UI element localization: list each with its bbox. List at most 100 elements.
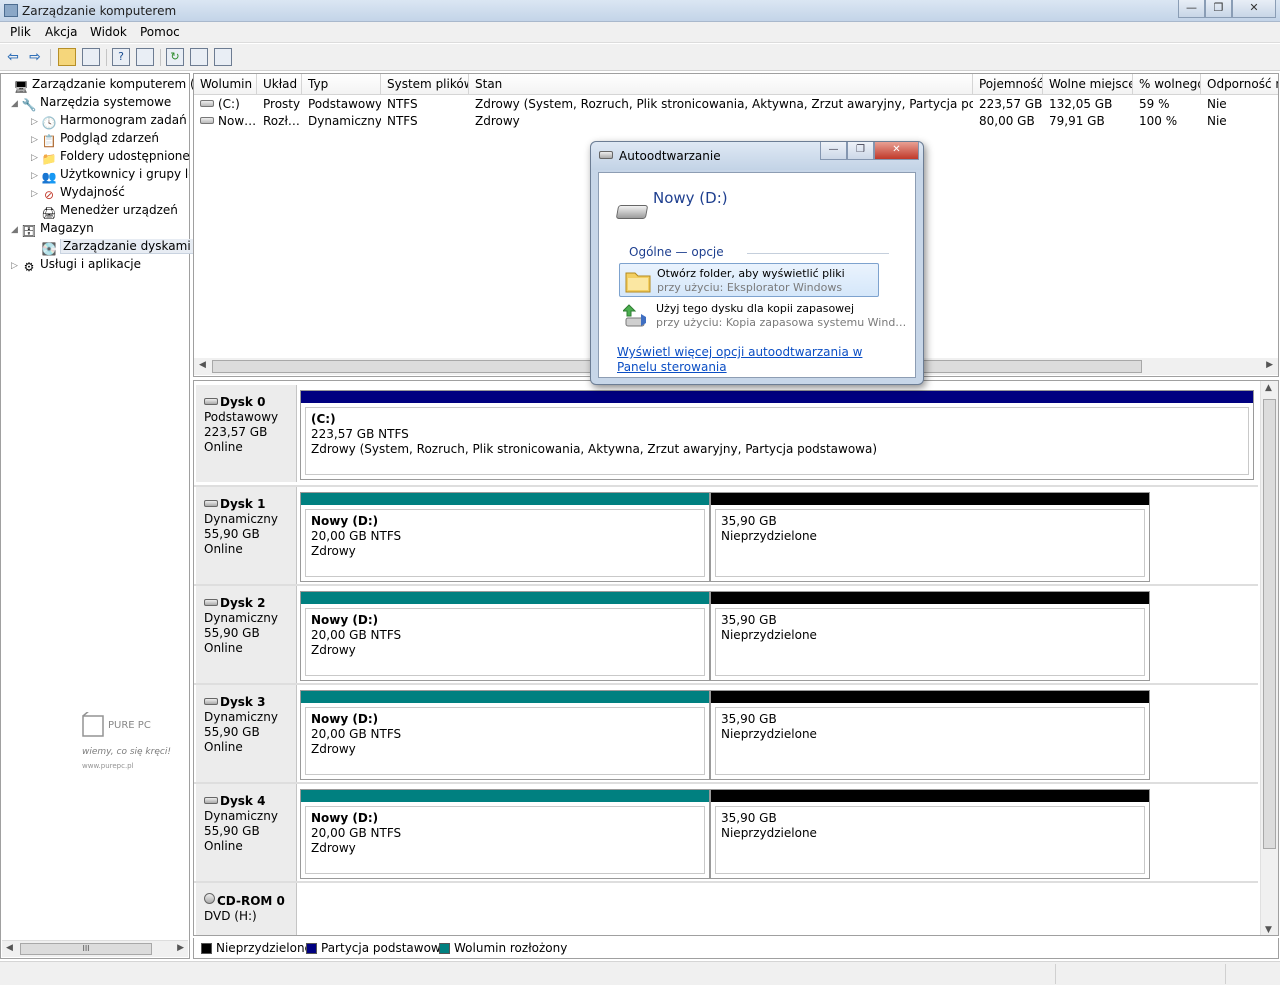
col-percent-free[interactable]: % wolnego [1133, 74, 1201, 95]
tree-item-event-viewer[interactable]: ▷ 📋 Podgląd zdarzeń [31, 131, 159, 148]
tree-item-performance[interactable]: ▷ ⊘ Wydajność [31, 185, 125, 202]
dialog-close-button[interactable]: ✕ [874, 142, 919, 160]
option-open-folder[interactable]: Otwórz folder, aby wyświetlić pliki przy… [619, 263, 879, 297]
partition-unallocated[interactable]: 35,90 GB Nieprzydzielone [710, 591, 1150, 681]
cdrom-icon [204, 893, 215, 904]
more-autoplay-options-link[interactable]: Wyświetl więcej opcji autoodtwarzania w … [617, 345, 887, 375]
backup-icon [623, 304, 646, 327]
disk-icon [204, 398, 218, 405]
legend-label: Nieprzydzielone [216, 941, 312, 955]
col-type[interactable]: Typ [302, 74, 381, 95]
legend-swatch-unallocated [201, 943, 212, 954]
dialog-maximize-button[interactable]: ❐ [847, 142, 874, 160]
properties-icon[interactable] [136, 48, 154, 66]
users-icon: 👥 [41, 170, 57, 184]
menu-view[interactable]: Widok [90, 25, 127, 39]
partition-color-bar [301, 391, 1253, 403]
partition-spanned[interactable]: Nowy (D:) 20,00 GB NTFS Zdrowy [300, 690, 710, 780]
partition-unallocated[interactable]: 35,90 GB Nieprzydzielone [710, 690, 1150, 780]
menu-help[interactable]: Pomoc [140, 25, 180, 39]
col-fault-tolerance[interactable]: Odporność na błędy [1201, 74, 1278, 95]
disk-management-icon: 💽 [41, 242, 57, 256]
drive-icon [599, 151, 613, 159]
tree-item-local-users[interactable]: ▷👥Użytkownicy i grupy lokalne [31, 167, 189, 184]
show-hide-tree-icon[interactable] [82, 48, 100, 66]
partition-spanned[interactable]: Nowy (D:) 20,00 GB NTFS Zdrowy [300, 789, 710, 879]
performance-icon: ⊘ [43, 188, 55, 202]
drive-icon [200, 100, 214, 107]
partition-unallocated[interactable]: 35,90 GB Nieprzydzielone [710, 492, 1150, 582]
disk-graphical-view: Dysk 0 Podstawowy 223,57 GB Online (C:) … [193, 380, 1279, 936]
col-capacity[interactable]: Pojemność [973, 74, 1043, 95]
maximize-button[interactable]: ❐ [1205, 0, 1232, 18]
partition-spanned[interactable]: Nowy (D:) 20,00 GB NTFS Zdrowy [300, 492, 710, 582]
col-free-space[interactable]: Wolne miejsce [1043, 74, 1133, 95]
col-status[interactable]: Stan [469, 74, 973, 95]
window-titlebar: Zarządzanie komputerem — ❐ ✕ [0, 0, 1280, 22]
back-arrow-icon[interactable]: ⇦ [4, 48, 22, 66]
table-row[interactable]: (C:) Prosty Podstawowy NTFS Zdrowy (Syst… [194, 96, 1278, 113]
tree-item-system-tools[interactable]: ◢ 🔧 Narzędzia systemowe [11, 95, 171, 112]
col-filesystem[interactable]: System plików [381, 74, 469, 95]
toolbar: ⇦ ⇨ ? ↻ [0, 44, 1280, 71]
removable-drive-icon [615, 205, 649, 219]
disk-row[interactable]: Dysk 3 Dynamiczny 55,90 GB Online Nowy (… [194, 685, 1258, 782]
legend-label: Wolumin rozłożony [454, 941, 568, 955]
legend-swatch-primary [306, 943, 317, 954]
watermark-logo: PURE PC wiemy, co się kręci! www.purepc.… [80, 709, 180, 774]
partition-spanned[interactable]: Nowy (D:) 20,00 GB NTFS Zdrowy [300, 591, 710, 681]
disk-row[interactable]: Dysk 4 Dynamiczny 55,90 GB Online Nowy (… [194, 784, 1258, 881]
up-folder-icon[interactable] [58, 48, 76, 66]
menu-action[interactable]: Akcja [45, 25, 77, 39]
tree-item-shared-folders[interactable]: ▷ 📁 Foldery udostępnione [31, 149, 190, 166]
partition-color-bar [711, 592, 1149, 604]
disk-row-cdrom[interactable]: CD-ROM 0 DVD (H:) [194, 883, 1258, 935]
tree-horizontal-scrollbar[interactable]: ◀ III ▶ [2, 940, 188, 957]
svg-text:wiemy, co się kręci!: wiemy, co się kręci! [82, 747, 171, 757]
window-title: Zarządzanie komputerem [22, 4, 177, 18]
disk-info: Dysk 4 Dynamiczny 55,90 GB Online [196, 784, 297, 881]
tree-item-device-manager[interactable]: 🖨 Menedżer urządzeń [31, 203, 178, 220]
col-layout[interactable]: Układ [257, 74, 302, 95]
table-row[interactable]: Nowy (D:) Rozłożony Dynamiczny NTFS Zdro… [194, 113, 1278, 130]
menu-file[interactable]: Plik [10, 25, 31, 39]
disk-info: Dysk 0 Podstawowy 223,57 GB Online [196, 385, 297, 482]
disk-info: Dysk 1 Dynamiczny 55,90 GB Online [196, 487, 297, 584]
tree-item-services-apps[interactable]: ▷ ⚙ Usługi i aplikacje [11, 257, 141, 274]
storage-icon: 🗄 [21, 224, 37, 238]
refresh-icon[interactable]: ↻ [166, 48, 184, 66]
computer-icon: 🖥 [13, 80, 29, 94]
clock-icon: 🕓 [41, 116, 57, 130]
disk-info: Dysk 3 Dynamiczny 55,90 GB Online [196, 685, 297, 782]
tree-item-task-scheduler[interactable]: ▷ 🕓 Harmonogram zadań [31, 113, 187, 130]
partition-color-bar [711, 790, 1149, 802]
svg-text:www.purepc.pl: www.purepc.pl [82, 762, 134, 770]
disk-row[interactable]: Dysk 2 Dynamiczny 55,90 GB Online Nowy (… [194, 586, 1258, 683]
minimize-button[interactable]: — [1178, 0, 1205, 18]
tree-item-disk-management[interactable]: 💽 Zarządzanie dyskami [31, 239, 194, 256]
help-icon[interactable]: ? [112, 48, 130, 66]
forward-arrow-icon[interactable]: ⇨ [26, 48, 44, 66]
disk-info: CD-ROM 0 DVD (H:) [196, 883, 297, 935]
settings-icon[interactable] [190, 48, 208, 66]
partition-primary[interactable]: (C:) 223,57 GB NTFS Zdrowy (System, Rozr… [300, 390, 1254, 480]
device-name: Nowy (D:) [653, 189, 728, 207]
col-volume[interactable]: Wolumin [194, 74, 257, 95]
services-icon: ⚙ [23, 260, 35, 274]
dialog-title: Autoodtwarzanie [619, 149, 721, 163]
legend: Nieprzydzielone Partycja podstawowa Wolu… [193, 938, 1279, 959]
option-backup[interactable]: Użyj tego dysku dla kopii zapasowej przy… [619, 299, 906, 333]
menu-bar: Plik Akcja Widok Pomoc [0, 22, 1280, 43]
disk-vertical-scrollbar[interactable]: ▲ ▼ [1260, 381, 1278, 935]
console-icon[interactable] [214, 48, 232, 66]
dialog-minimize-button[interactable]: — [820, 142, 847, 160]
tree-item-storage[interactable]: ◢ 🗄 Magazyn [11, 221, 94, 238]
event-viewer-icon: 📋 [41, 134, 57, 148]
partition-color-bar [301, 691, 709, 703]
legend-label: Partycja podstawowa [321, 941, 449, 955]
disk-row[interactable]: Dysk 1 Dynamiczny 55,90 GB Online Nowy (… [194, 487, 1258, 584]
close-button[interactable]: ✕ [1232, 0, 1276, 18]
disk-row[interactable]: Dysk 0 Podstawowy 223,57 GB Online (C:) … [194, 385, 1258, 484]
partition-color-bar [301, 790, 709, 802]
partition-unallocated[interactable]: 35,90 GB Nieprzydzielone [710, 789, 1150, 879]
